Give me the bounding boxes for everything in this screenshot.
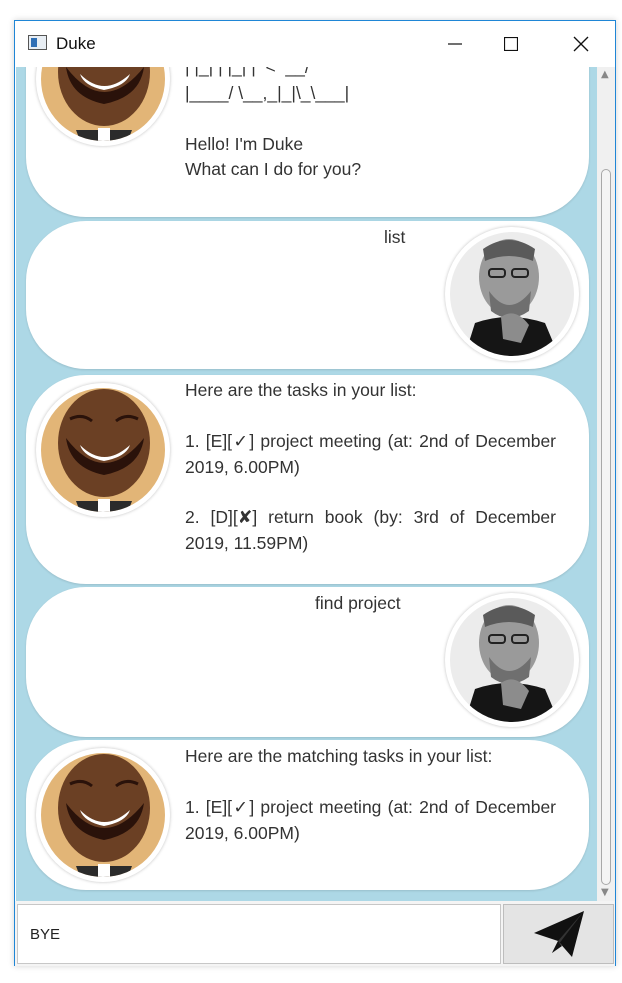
message-line: | |_| | |_| | < __/ [185, 67, 310, 77]
send-button[interactable] [503, 904, 614, 964]
window-title: Duke [56, 34, 96, 53]
duke-message-text: | |_| | |_| | < __/ |____/ \__,_|_|\_\__… [185, 67, 361, 183]
user-message-text: find project [315, 593, 401, 613]
task-item: 1. [E][✓] project meeting (at: 2nd of De… [185, 431, 556, 477]
scroll-up-arrow-icon[interactable]: ▲ [601, 69, 609, 80]
message-line: What can I do for you? [185, 159, 362, 179]
title-bar[interactable]: Duke [15, 21, 615, 67]
user-avatar [445, 227, 579, 361]
duke-avatar [36, 67, 170, 146]
maximize-icon [504, 37, 518, 51]
chat-panel[interactable]: | |_| | |_| | < __/ |____/ \__,_|_|\_\__… [16, 67, 597, 901]
close-button[interactable] [558, 21, 604, 67]
minimize-button[interactable] [432, 21, 478, 67]
message-line: |____/ \__,_|_|\_\___| [185, 82, 350, 103]
duke-avatar [36, 383, 170, 517]
maximize-button[interactable] [488, 21, 534, 67]
close-icon [573, 36, 589, 52]
duke-message-header: Here are the tasks in your list: [185, 380, 417, 400]
scrollbar-thumb[interactable] [601, 169, 611, 885]
paper-plane-icon [533, 911, 584, 957]
duke-message-header: Here are the matching tasks in your list… [185, 746, 493, 766]
message-input[interactable] [17, 904, 501, 964]
user-avatar [445, 593, 579, 727]
message-line: Hello! I'm Duke [185, 133, 304, 154]
minimize-icon [448, 43, 462, 45]
input-bar [15, 901, 615, 966]
vertical-scrollbar[interactable]: ▲ ▼ [597, 67, 615, 901]
user-message-text: list [384, 227, 406, 247]
task-item: 1. [E][✓] project meeting (at: 2nd of De… [185, 797, 556, 843]
duke-avatar [36, 748, 170, 882]
task-item: 2. [D][✘] return book (by: 3rd of Decemb… [185, 507, 556, 553]
scroll-down-arrow-icon[interactable]: ▼ [601, 887, 609, 898]
app-window: Duke | |_| | |_| | < __/ |____/ \__,_|_|… [14, 20, 616, 966]
app-icon [28, 35, 47, 50]
